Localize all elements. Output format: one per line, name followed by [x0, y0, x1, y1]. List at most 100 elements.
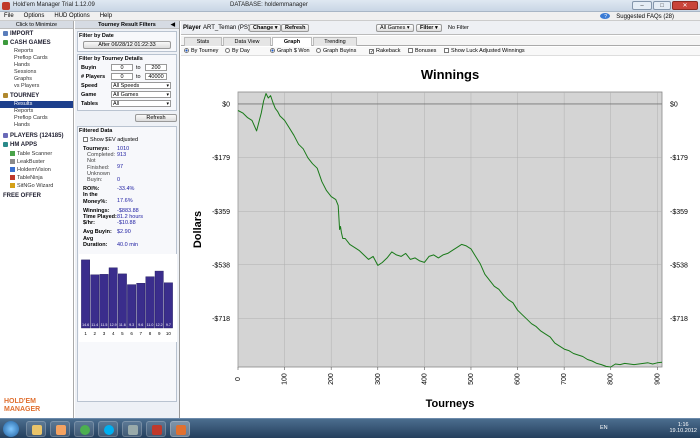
- game-select[interactable]: All Games: [111, 91, 171, 98]
- app-table-scanner-label: Table Scanner: [17, 151, 53, 157]
- show-luck-checkbox[interactable]: [444, 48, 449, 53]
- start-button[interactable]: [3, 421, 19, 437]
- nav-hm-apps[interactable]: HM APPS: [0, 141, 73, 150]
- faq-label: Suggested FAQs (28): [616, 14, 674, 20]
- by-day-radio[interactable]: [225, 48, 230, 53]
- graph-buyins-option[interactable]: Graph Buyins: [316, 48, 356, 55]
- menu-options[interactable]: Options: [20, 12, 51, 19]
- minimize-button[interactable]: –: [632, 1, 652, 10]
- taskbar-explorer[interactable]: [26, 421, 46, 437]
- graph-won-option[interactable]: Graph $ Won: [270, 48, 310, 55]
- nav-tourney-preflop-cards[interactable]: Preflop Cards: [0, 115, 73, 122]
- graph-buyins-radio[interactable]: [316, 48, 321, 53]
- rakeback-checkbox[interactable]: ✓: [369, 49, 374, 55]
- close-button[interactable]: ✕: [672, 1, 698, 10]
- refresh-row: Refresh: [75, 111, 179, 124]
- by-tourney-option[interactable]: By Tourney: [184, 48, 218, 55]
- taskbar-holdem-manager[interactable]: [170, 421, 190, 437]
- y-tick-label-right: $0: [670, 101, 678, 108]
- filters-refresh-button[interactable]: Refresh: [135, 114, 177, 122]
- player-refresh-button[interactable]: Refresh: [281, 24, 310, 32]
- histogram-bar: [163, 282, 173, 329]
- app-table-scanner[interactable]: Table Scanner: [0, 150, 73, 158]
- app-holdemvision-label: HoldemVision: [17, 167, 51, 173]
- apps-icon: [3, 142, 8, 147]
- histogram-value-label: 12.2: [156, 323, 163, 327]
- histogram-bar: [90, 274, 100, 329]
- stat-value: 913: [117, 152, 127, 159]
- menu-file[interactable]: File: [0, 12, 20, 19]
- tableninja-icon: [10, 175, 15, 180]
- bonuses-checkbox[interactable]: [408, 48, 413, 53]
- nav-players[interactable]: PLAYERS (124185): [0, 132, 73, 141]
- nav-cash-graphs[interactable]: Graphs: [0, 76, 73, 83]
- menu-hud-options[interactable]: HUD Options: [50, 12, 95, 19]
- taskbar-media[interactable]: [50, 421, 70, 437]
- buyin-from-input[interactable]: 0: [111, 64, 133, 71]
- rakeback-option[interactable]: ✓ Rakeback: [369, 48, 400, 55]
- nav-free-offer[interactable]: FREE OFFER: [0, 192, 73, 201]
- games-select[interactable]: All Games ▾: [376, 24, 414, 32]
- speed-select[interactable]: All Speeds: [111, 82, 171, 89]
- nav-tourney-reports[interactable]: Reports: [0, 108, 73, 115]
- taskbar-skype[interactable]: [98, 421, 118, 437]
- y-tick-label-left: -$718: [212, 316, 230, 323]
- nav-tourney-results[interactable]: Results: [0, 101, 73, 108]
- tab-stats[interactable]: Stats: [184, 37, 222, 46]
- nav-cash-reports[interactable]: Reports: [0, 48, 73, 55]
- histogram-bar: [136, 283, 146, 329]
- bonuses-option[interactable]: Bonuses: [408, 48, 436, 55]
- nav-cash-hands[interactable]: Hands: [0, 62, 73, 69]
- stat-label: Avg Duration:: [83, 235, 108, 248]
- app-holdemvision[interactable]: HoldemVision: [0, 166, 73, 174]
- language-indicator[interactable]: EN: [600, 425, 608, 431]
- clock[interactable]: 1:16 19.10.2012: [669, 422, 697, 434]
- bonuses-label: Bonuses: [415, 48, 437, 54]
- speed-label: Speed: [81, 83, 98, 89]
- show-ev-option[interactable]: Show $EV adjusted: [83, 137, 175, 143]
- show-luck-option[interactable]: Show Luck Adjusted Winnings: [444, 48, 525, 55]
- nav-tourney[interactable]: TOURNEY: [0, 92, 73, 101]
- menu-help[interactable]: Help: [96, 12, 118, 19]
- app-sitngo-wizard[interactable]: SitNGo Wizard: [0, 182, 73, 190]
- by-tourney-radio[interactable]: [184, 48, 189, 53]
- stat-row: Unknown Buyin: 0: [79, 171, 175, 183]
- show-ev-checkbox[interactable]: [83, 137, 88, 142]
- tables-select[interactable]: All: [111, 100, 171, 107]
- nav-cash-games[interactable]: CASH GAMES: [0, 39, 73, 48]
- by-day-option[interactable]: By Day: [225, 48, 250, 55]
- nav-cash-sessions[interactable]: Sessions: [0, 69, 73, 76]
- taskbar-app[interactable]: [122, 421, 142, 437]
- nav-tourney-hands[interactable]: Hands: [0, 122, 73, 129]
- y-tick-label-left: $0: [222, 101, 230, 108]
- players-icon: [3, 133, 8, 138]
- app-leakbuster[interactable]: LeakBuster: [0, 158, 73, 166]
- nav-cash-vs-players[interactable]: vs Players: [0, 83, 73, 90]
- minimize-nav-header[interactable]: Click to Minimize: [0, 21, 73, 29]
- taskbar-pokerstars[interactable]: [146, 421, 166, 437]
- maximize-button[interactable]: □: [653, 1, 671, 10]
- taskbar-chrome[interactable]: [74, 421, 94, 437]
- players-from-input[interactable]: 0: [111, 73, 133, 80]
- players-to-input[interactable]: 40000: [145, 73, 167, 80]
- tab-graph[interactable]: Graph: [272, 37, 312, 46]
- graph-won-radio[interactable]: [270, 48, 275, 53]
- histogram-value-label: 11.0: [147, 323, 154, 327]
- app-tableninja[interactable]: TableNinja: [0, 174, 73, 182]
- date-filter-button[interactable]: After 06/28/12 01:22:33: [83, 41, 171, 49]
- tab-trending[interactable]: Trending: [313, 37, 357, 46]
- x-tick-label: 100: [282, 373, 289, 385]
- filter-button[interactable]: Filter ▾: [416, 24, 442, 32]
- suggested-faqs-link[interactable]: ? Suggested FAQs (28): [600, 13, 680, 20]
- y-axis-label: Dollars: [192, 211, 204, 248]
- filtered-data-title: Filtered Data: [79, 128, 113, 134]
- stat-value: 97: [117, 164, 124, 171]
- nav-import[interactable]: IMPORT: [0, 30, 73, 39]
- nav-cash-preflop-cards[interactable]: Preflop Cards: [0, 55, 73, 62]
- change-player-button[interactable]: Change ▾: [249, 24, 282, 32]
- tab-data-view[interactable]: Data View: [223, 37, 271, 46]
- histogram-bar: [99, 274, 109, 329]
- left-navigation: Click to Minimize IMPORT CASH GAMES Repo…: [0, 21, 74, 418]
- collapse-arrow-icon[interactable]: ◀: [171, 21, 175, 29]
- buyin-to-input[interactable]: 200: [145, 64, 167, 71]
